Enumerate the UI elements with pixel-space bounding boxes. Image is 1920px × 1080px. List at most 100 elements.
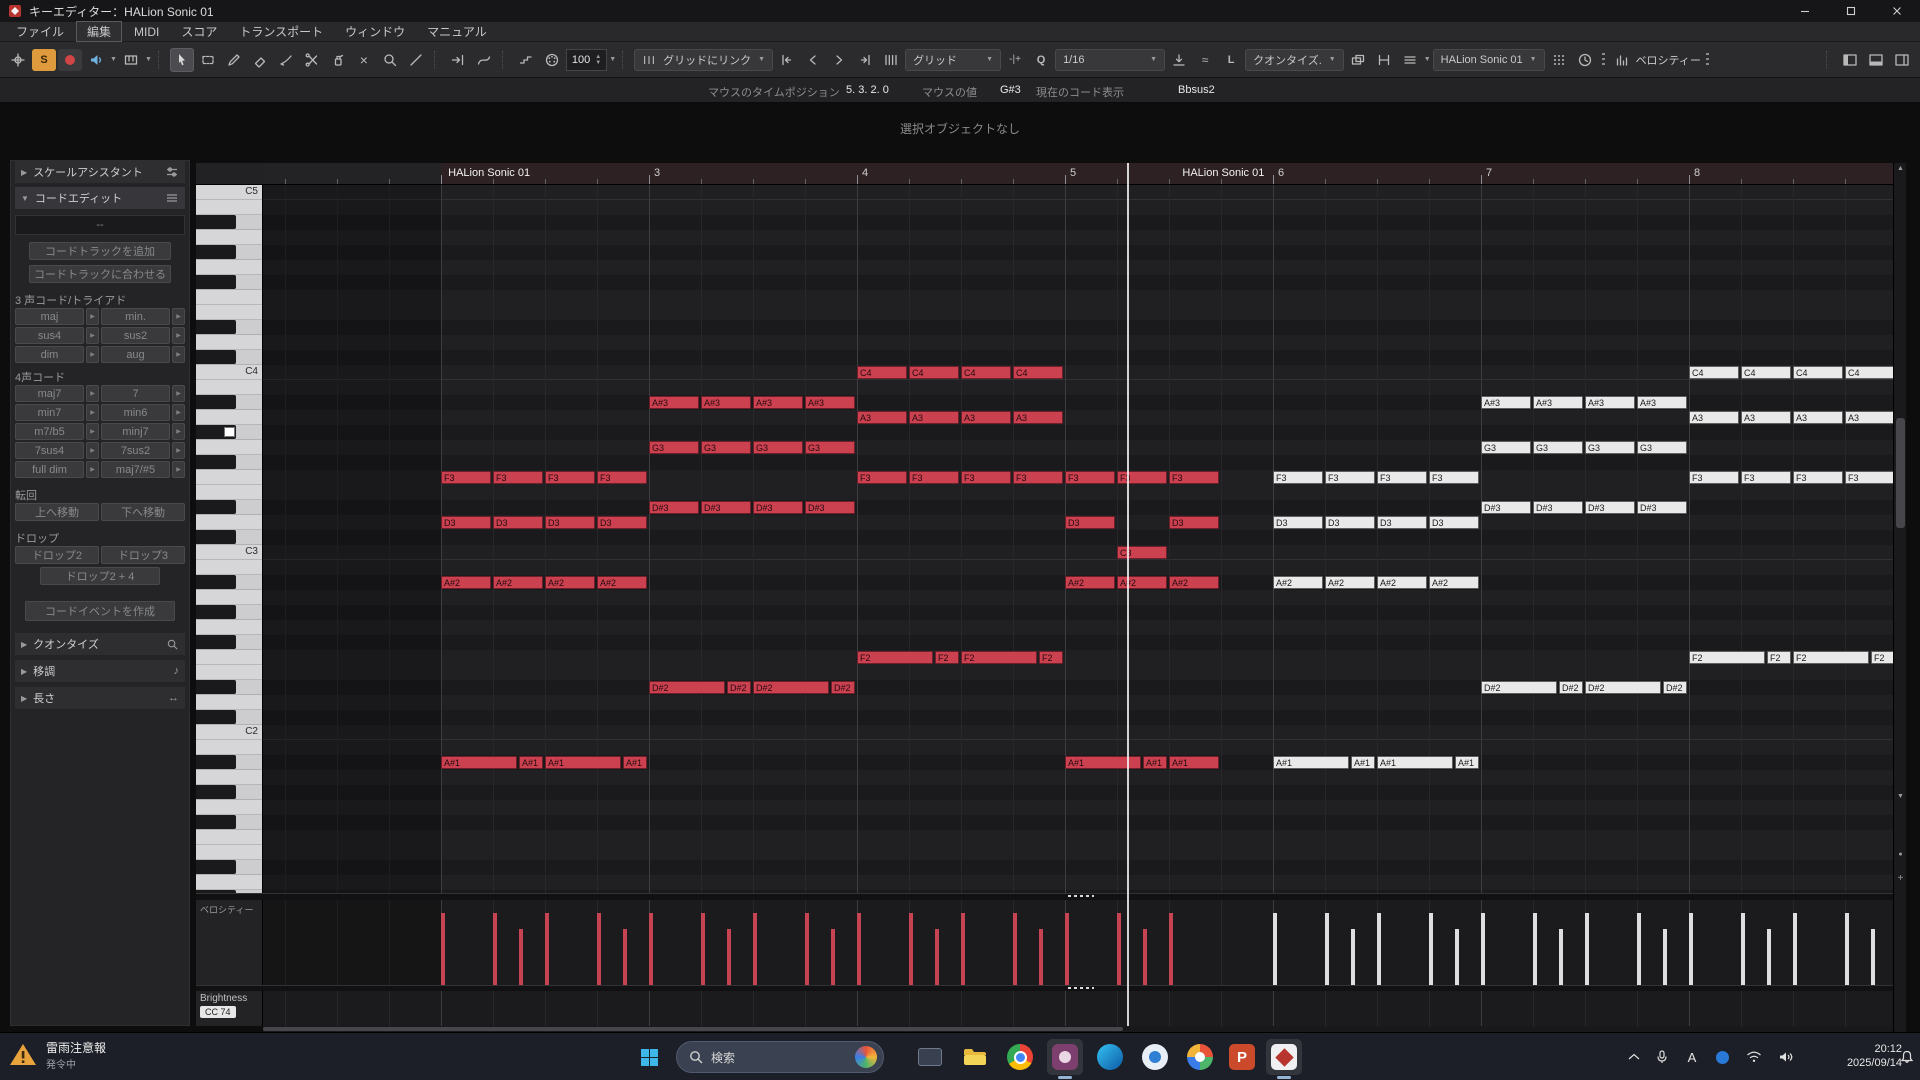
midi-note-F3[interactable]: F3 — [1273, 471, 1323, 484]
step-input-icon[interactable] — [514, 48, 538, 72]
maximize-button[interactable] — [1828, 0, 1874, 22]
show-part-borders-icon[interactable] — [1372, 48, 1396, 72]
midi-note-A#3[interactable]: A#3 — [649, 396, 699, 409]
zoom-dot-icon[interactable]: ● — [1894, 851, 1907, 858]
midi-note-F2[interactable]: F2 — [1871, 651, 1893, 664]
piano-key-B4[interactable] — [196, 200, 262, 215]
scrollbar-thumb[interactable] — [263, 1027, 1123, 1031]
midi-note-F2[interactable]: F2 — [935, 651, 959, 664]
quantize-q-icon[interactable]: Q — [1029, 48, 1053, 72]
midi-note-D#2[interactable]: D#2 — [1559, 681, 1583, 694]
menu-item-6[interactable]: ウィンドウ — [335, 22, 415, 41]
midi-note-F3[interactable]: F3 — [597, 471, 647, 484]
midi-note-A#3[interactable]: A#3 — [1533, 396, 1583, 409]
zoom-in-icon[interactable]: + — [1894, 873, 1907, 884]
velocity-bar[interactable] — [753, 913, 757, 985]
velocity-bar[interactable] — [805, 913, 809, 985]
velocity-bar[interactable] — [727, 929, 731, 985]
midi-note-D#3[interactable]: D#3 — [1637, 501, 1687, 514]
midi-note-F2[interactable]: F2 — [1039, 651, 1063, 664]
velocity-bar[interactable] — [1351, 929, 1355, 985]
insert-velocity-value[interactable]: 100 — [572, 54, 590, 66]
event-colors-icon[interactable] — [1547, 48, 1571, 72]
midi-note-D3[interactable]: D3 — [1377, 516, 1427, 529]
apply-quantize-icon[interactable] — [1167, 48, 1191, 72]
piano-key-D#2[interactable] — [196, 680, 262, 695]
velocity-bar[interactable] — [1429, 913, 1433, 985]
midi-note-A#2[interactable]: A#2 — [493, 576, 543, 589]
chord-submenu-arrow-icon[interactable]: ▶ — [172, 404, 185, 421]
mouse-value[interactable]: G#3 — [1000, 84, 1021, 96]
browser-app-icon[interactable] — [1182, 1039, 1218, 1075]
playhead[interactable] — [1127, 163, 1129, 1026]
midi-note-A#2[interactable]: A#2 — [441, 576, 491, 589]
midi-note-F2[interactable]: F2 — [1793, 651, 1869, 664]
menu-item-2[interactable]: 編集 — [76, 21, 122, 42]
chord-display-value[interactable]: Bbsus2 — [1178, 84, 1215, 96]
velocity-bar[interactable] — [1013, 913, 1017, 985]
add-chord-track-button[interactable]: コードトラックを追加 — [29, 242, 171, 260]
chord-submenu-arrow-icon[interactable]: ▶ — [86, 461, 99, 478]
left-zone-toggle-icon[interactable] — [1838, 48, 1862, 72]
chord-button[interactable]: maj — [15, 308, 84, 325]
record-in-editor-button[interactable] — [58, 49, 82, 71]
midi-note-A#2[interactable]: A#2 — [597, 576, 647, 589]
midi-note-A#3[interactable]: A#3 — [753, 396, 803, 409]
chord-button[interactable]: maj7 — [15, 385, 84, 402]
piano-key-B2[interactable] — [196, 560, 262, 575]
midi-note-D#3[interactable]: D#3 — [1533, 501, 1583, 514]
velocity-bar[interactable] — [623, 929, 627, 985]
chord-button[interactable]: sus4 — [15, 327, 84, 344]
piano-key-C3[interactable]: C3 — [196, 545, 262, 560]
midi-note-F2[interactable]: F2 — [1767, 651, 1791, 664]
midi-note-G3[interactable]: G3 — [805, 441, 855, 454]
chord-button[interactable]: dim — [15, 346, 84, 363]
minimize-button[interactable] — [1782, 0, 1828, 22]
notifications-bell-icon[interactable] — [1896, 1033, 1918, 1080]
midi-note-D#3[interactable]: D#3 — [649, 501, 699, 514]
piano-key-F4[interactable] — [196, 290, 262, 305]
feedback-caret-icon[interactable]: ▼ — [110, 56, 117, 63]
midi-note-D3[interactable]: D3 — [1273, 516, 1323, 529]
scrollbar-thumb[interactable] — [1896, 418, 1905, 528]
midi-note-D3[interactable]: D3 — [545, 516, 595, 529]
midi-note-C4[interactable]: C4 — [857, 366, 907, 379]
section-length[interactable]: ▶ 長さ ↔ — [15, 687, 185, 709]
velocity-bar[interactable] — [1663, 929, 1667, 985]
piano-key-B3[interactable] — [196, 380, 262, 395]
piano-key-A4[interactable] — [196, 230, 262, 245]
midi-note-A#2[interactable]: A#2 — [1429, 576, 1479, 589]
line-tool[interactable] — [404, 48, 428, 72]
midi-note-A#1[interactable]: A#1 — [441, 756, 517, 769]
velocity-bar[interactable] — [1169, 913, 1173, 985]
velocity-bar[interactable] — [1065, 913, 1069, 985]
piano-key-D4[interactable] — [196, 335, 262, 350]
nudge-right-icon[interactable] — [827, 48, 851, 72]
nudge-start-left-icon[interactable] — [775, 48, 799, 72]
acoustic-feedback-icon[interactable] — [84, 48, 108, 72]
chord-button[interactable]: 7 — [101, 385, 170, 402]
midi-note-F2[interactable]: F2 — [857, 651, 933, 664]
velocity-bar[interactable] — [1871, 929, 1875, 985]
chord-submenu-arrow-icon[interactable]: ▶ — [172, 423, 185, 440]
chord-submenu-arrow-icon[interactable]: ▶ — [172, 308, 185, 325]
midi-note-A#2[interactable]: A#2 — [1273, 576, 1323, 589]
section-chord-edit[interactable]: ▼ コードエディット — [15, 187, 185, 209]
lower-zone-toggle-icon[interactable] — [1864, 48, 1888, 72]
chord-button[interactable]: full dim — [15, 461, 84, 478]
chord-button[interactable]: min6 — [101, 404, 170, 421]
midi-note-A#3[interactable]: A#3 — [1637, 396, 1687, 409]
chord-submenu-arrow-icon[interactable]: ▶ — [172, 346, 185, 363]
midi-note-F3[interactable]: F3 — [961, 471, 1011, 484]
velocity-bar[interactable] — [909, 913, 913, 985]
piano-key-G#3[interactable] — [196, 425, 262, 440]
timeline-ruler[interactable]: 345678HALion Sonic 01HALion Sonic 01 — [263, 163, 1893, 185]
midi-note-A#1[interactable]: A#1 — [1065, 756, 1141, 769]
round-light-app-icon[interactable] — [1137, 1039, 1173, 1075]
midi-note-D3[interactable]: D3 — [1065, 516, 1115, 529]
velocity-bar[interactable] — [1325, 913, 1329, 985]
nudge-end-right-icon[interactable] — [853, 48, 877, 72]
midi-note-D#2[interactable]: D#2 — [831, 681, 855, 694]
velocity-bar[interactable] — [1559, 929, 1563, 985]
lane-divider[interactable] — [196, 893, 1906, 900]
